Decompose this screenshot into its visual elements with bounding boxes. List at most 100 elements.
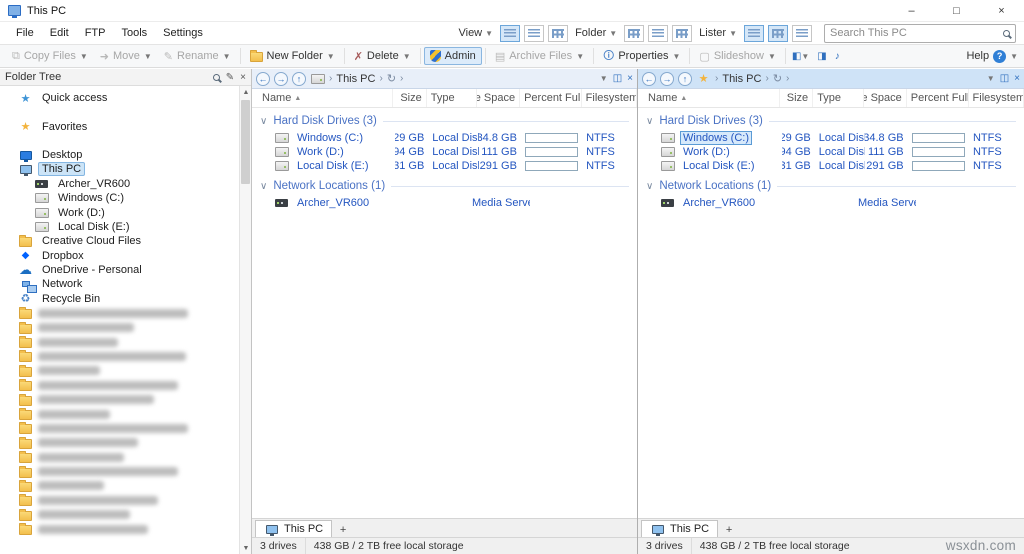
add-tab-button[interactable]: + <box>335 522 351 537</box>
tree-item-this-pc[interactable]: This PC <box>0 162 239 176</box>
archive-files-button[interactable]: ▤Archive Files▼ <box>489 47 590 66</box>
network-name[interactable]: Archer_VR600 <box>294 196 372 210</box>
tree-scrollbar[interactable]: ▲ ▼ <box>239 86 251 554</box>
column-size[interactable]: Size <box>780 89 813 107</box>
copy-files-button[interactable]: ⧉Copy Files▼ <box>6 47 94 66</box>
back-icon[interactable]: ← <box>256 72 270 86</box>
drive-name[interactable]: Work (D:) <box>680 145 733 159</box>
menu-settings[interactable]: Settings <box>155 24 211 42</box>
tree-item-folder-blurred[interactable] <box>0 464 239 478</box>
view-dropdown[interactable]: View▼ <box>455 27 496 39</box>
tree-item-dropbox[interactable]: Dropbox <box>0 249 239 263</box>
column-filesystem[interactable]: Filesystem <box>969 89 1024 107</box>
tree-item-favorites[interactable]: Favorites <box>0 119 239 133</box>
tree-item-folder-blurred[interactable] <box>0 508 239 522</box>
pin-icon[interactable]: ◫ <box>613 73 622 84</box>
tree-item-archer-vr600[interactable]: Archer_VR600 <box>0 177 239 191</box>
drive-row[interactable]: Work (D:) 894 GB Local Disk 111 GB NTFS <box>638 145 1024 159</box>
tree-item-work-d[interactable]: Work (D:) <box>0 205 239 219</box>
column-type[interactable]: Type <box>427 89 478 107</box>
breadcrumb[interactable]: This PC <box>722 73 761 85</box>
column-type[interactable]: Type <box>813 89 864 107</box>
folder-dropdown[interactable]: Folder▼ <box>572 27 620 39</box>
view-mode-details-button[interactable] <box>500 25 520 42</box>
scrollbar-thumb[interactable] <box>241 100 250 184</box>
column-size[interactable]: Size <box>393 89 426 107</box>
new-folder-button[interactable]: New Folder▼ <box>244 47 341 65</box>
column-free-space[interactable]: Free Space <box>477 89 520 107</box>
up-icon[interactable]: ↑ <box>678 72 692 86</box>
menu-tools[interactable]: Tools <box>113 24 155 42</box>
address-dropdown-icon[interactable]: ▼ <box>600 74 608 83</box>
lister-dropdown[interactable]: Lister▼ <box>696 27 740 39</box>
tree-item-folder-blurred[interactable] <box>0 335 239 349</box>
column-name[interactable]: Name▲ <box>638 89 780 107</box>
drive-row[interactable]: Local Disk (E:) 931 GB Local Disk 291 GB… <box>638 159 1024 173</box>
tree-item-folder-blurred[interactable] <box>0 364 239 378</box>
tree-item-folder-blurred[interactable] <box>0 421 239 435</box>
refresh-icon[interactable]: ↻ <box>387 72 396 85</box>
drive-name[interactable]: Windows (C:) <box>294 131 366 145</box>
search-box[interactable] <box>824 24 1016 43</box>
maximize-button[interactable]: □ <box>934 0 979 21</box>
tree-item-windows-c[interactable]: Windows (C:) <box>0 191 239 205</box>
properties-button[interactable]: 🛈Properties▼ <box>597 44 686 69</box>
view-mode-list-button[interactable] <box>524 25 544 42</box>
minimize-button[interactable]: – <box>889 0 934 21</box>
view-mode-grid-button[interactable] <box>548 25 568 42</box>
drive-row[interactable]: Local Disk (E:) 931 GB Local Disk 291 GB… <box>252 159 637 173</box>
slideshow-button[interactable]: ▢Slideshow▼ <box>693 47 781 66</box>
drive-name-selected[interactable]: Windows (C:) <box>680 131 752 145</box>
tree-item-folder-blurred[interactable] <box>0 436 239 450</box>
breadcrumb[interactable]: This PC <box>336 73 375 85</box>
drive-name[interactable]: Local Disk (E:) <box>294 159 372 173</box>
search-icon[interactable] <box>1003 30 1010 37</box>
tree-item-quick-access[interactable]: Quick access <box>0 91 239 105</box>
rename-button[interactable]: ✎Rename▼ <box>158 47 237 66</box>
move-button[interactable]: ➜Move▼ <box>94 47 158 66</box>
column-filesystem[interactable]: Filesystem <box>582 89 637 107</box>
help-label[interactable]: Help <box>966 50 989 62</box>
up-icon[interactable]: ↑ <box>292 72 306 86</box>
drive-row[interactable]: Windows (C:) 229 GB Local Disk 34.8 GB N… <box>252 131 637 145</box>
tree-edit-icon[interactable]: ✎ <box>226 72 234 83</box>
dual-pane-icon[interactable]: ◧▼ <box>789 49 812 64</box>
forward-icon[interactable]: → <box>660 72 674 86</box>
column-percent-full[interactable]: Percent Full <box>907 89 969 107</box>
folder-option-1-button[interactable] <box>624 25 644 42</box>
group-hard-disk-drives[interactable]: ∨Hard Disk Drives (3) <box>638 108 1024 131</box>
network-row[interactable]: Archer_VR600 Media Server <box>252 196 637 210</box>
tree-item-desktop[interactable]: Desktop <box>0 148 239 162</box>
tab-this-pc[interactable]: This PC <box>641 520 718 537</box>
scroll-up-icon[interactable]: ▲ <box>240 86 252 98</box>
delete-button[interactable]: ✗Delete▼ <box>348 47 417 66</box>
tree-item-folder-blurred[interactable] <box>0 522 239 536</box>
tree-item-folder-blurred[interactable] <box>0 392 239 406</box>
admin-button[interactable]: Admin <box>424 47 482 65</box>
tree-search-icon[interactable] <box>213 74 220 81</box>
network-row[interactable]: Archer_VR600 Media Server <box>638 196 1024 210</box>
folder-option-3-button[interactable] <box>672 25 692 42</box>
forward-icon[interactable]: → <box>274 72 288 86</box>
drive-row[interactable]: Work (D:) 894 GB Local Disk 111 GB NTFS <box>252 145 637 159</box>
column-name[interactable]: Name▲ <box>252 89 393 107</box>
tree-item-folder-blurred[interactable] <box>0 479 239 493</box>
add-tab-button[interactable]: + <box>721 522 737 537</box>
network-name[interactable]: Archer_VR600 <box>680 196 758 210</box>
group-network-locations[interactable]: ∨Network Locations (1) <box>638 173 1024 196</box>
search-input[interactable] <box>830 27 1003 39</box>
tab-this-pc[interactable]: This PC <box>255 520 332 537</box>
tree-item-onedrive[interactable]: OneDrive - Personal <box>0 263 239 277</box>
column-free-space[interactable]: Free Space <box>864 89 907 107</box>
scroll-down-icon[interactable]: ▼ <box>240 542 252 554</box>
tree-item-folder-blurred[interactable] <box>0 450 239 464</box>
favorite-star-icon[interactable] <box>696 73 711 85</box>
group-hard-disk-drives[interactable]: ∨Hard Disk Drives (3) <box>252 108 637 131</box>
tree-item-creative-cloud-files[interactable]: Creative Cloud Files <box>0 234 239 248</box>
tree-item-folder-blurred[interactable] <box>0 320 239 334</box>
tree-item-folder-blurred[interactable] <box>0 349 239 363</box>
tree-item-folder-blurred[interactable] <box>0 306 239 320</box>
tree-item-recycle-bin[interactable]: Recycle Bin <box>0 292 239 306</box>
address-dropdown-icon[interactable]: ▼ <box>987 74 995 83</box>
drive-name[interactable]: Local Disk (E:) <box>680 159 758 173</box>
